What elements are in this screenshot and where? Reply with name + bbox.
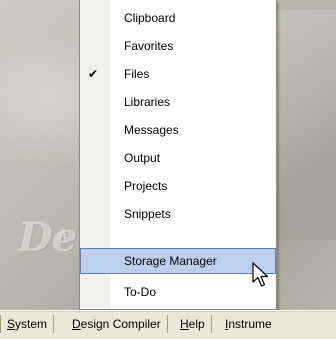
menu-item-label: Messages [124,123,179,137]
menu-item-label: Files [124,67,150,81]
tab-system[interactable]: System [0,315,55,333]
menu-item-label: To-Do [124,285,157,299]
menu-item-label: Storage Manager [124,254,217,268]
menu-item-label: Output [124,151,161,165]
menu-item-label: Clipboard [124,11,176,25]
tab-help[interactable]: Help [174,315,212,333]
menu-item-to-do[interactable]: To-Do [80,278,276,306]
menu-item-projects[interactable]: Projects [80,172,276,200]
menu-item-storage-manager[interactable]: Storage Manager [80,248,276,274]
menu-item-label: Favorites [124,39,174,53]
mouse-cursor-icon [252,262,269,287]
tab-design-compiler[interactable]: Design Compiler [66,315,168,333]
tab-mnemonic: D [72,317,81,331]
tab-mnemonic: S [7,317,16,331]
menu-item-clipboard[interactable]: Clipboard [80,4,276,32]
view-popup-menu: Clipboard Favorites ✔ Files Libraries Me… [79,0,277,310]
menu-item-label: Snippets [124,207,171,221]
menu-item-libraries[interactable]: Libraries [80,88,276,116]
menu-item-label: Libraries [124,95,171,109]
menu-item-snippets[interactable]: Snippets [80,200,276,228]
menu-item-favorites[interactable]: Favorites [80,32,276,60]
background-logo-small-text: A [58,228,69,243]
tab-label: elp [188,317,205,331]
tab-mnemonic: H [180,317,189,331]
tab-label: ystem [15,317,48,331]
menu-item-output[interactable]: Output [80,144,276,172]
check-icon: ✔ [88,67,99,81]
tab-instruments[interactable]: Instrume [219,315,278,333]
menu-item-files[interactable]: ✔ Files [80,60,276,88]
bottom-tab-bar: System Design Compiler Help Instrume [0,310,336,339]
menu-item-label: Projects [124,179,168,193]
menu-item-messages[interactable]: Messages [80,116,276,144]
tab-label: nstrume [228,317,272,331]
tab-label: esign Compiler [80,317,161,331]
